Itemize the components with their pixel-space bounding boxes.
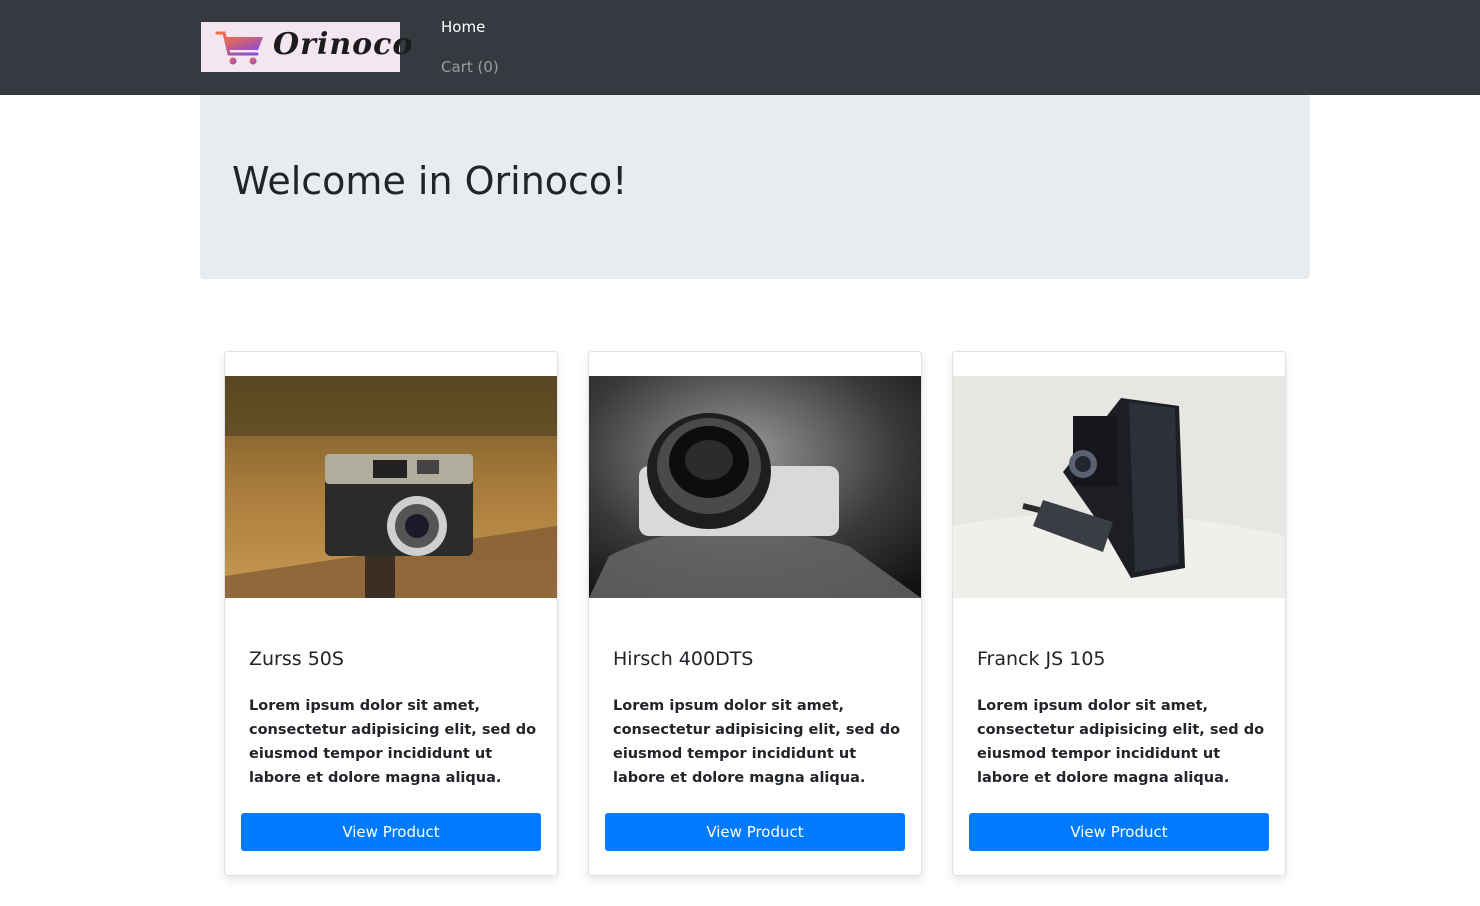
folding-camera-photo-icon bbox=[953, 376, 1285, 598]
camera-lens-photo-icon bbox=[589, 376, 921, 598]
welcome-banner: Welcome in Orinoco! bbox=[200, 95, 1310, 279]
logo[interactable]: Orinoco bbox=[201, 22, 412, 72]
product-card: Zurss 50S Lorem ipsum dolor sit amet, co… bbox=[224, 351, 558, 876]
product-description: Lorem ipsum dolor sit amet, consectetur … bbox=[249, 698, 537, 786]
navbar: Orinoco Home Cart (0) bbox=[0, 0, 1480, 95]
view-product-button[interactable]: View Product bbox=[605, 813, 905, 851]
product-title: Hirsch 400DTS bbox=[613, 648, 754, 670]
product-description: Lorem ipsum dolor sit amet, consectetur … bbox=[613, 698, 901, 786]
product-image[interactable] bbox=[589, 376, 921, 598]
page-title: Welcome in Orinoco! bbox=[232, 159, 628, 203]
nav-home-link[interactable]: Home bbox=[441, 18, 485, 36]
logo-text: Orinoco bbox=[273, 27, 414, 62]
view-product-button[interactable]: View Product bbox=[969, 813, 1269, 851]
product-image[interactable] bbox=[953, 376, 1285, 598]
product-title: Zurss 50S bbox=[249, 648, 344, 670]
product-card: Hirsch 400DTS Lorem ipsum dolor sit amet… bbox=[588, 351, 922, 876]
nav-cart-link[interactable]: Cart (0) bbox=[441, 58, 499, 76]
shopping-cart-icon bbox=[215, 31, 263, 65]
product-image[interactable] bbox=[225, 376, 557, 598]
camera-photo-icon bbox=[225, 376, 557, 598]
view-product-button[interactable]: View Product bbox=[241, 813, 541, 851]
product-title: Franck JS 105 bbox=[977, 648, 1106, 670]
product-description: Lorem ipsum dolor sit amet, consectetur … bbox=[977, 698, 1265, 786]
product-card: Franck JS 105 Lorem ipsum dolor sit amet… bbox=[952, 351, 1286, 876]
